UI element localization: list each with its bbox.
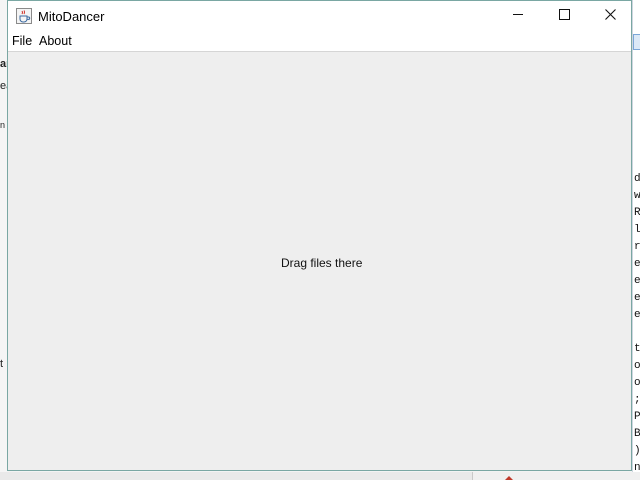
background-code-char: r — [634, 241, 640, 253]
background-code-char: e — [634, 275, 640, 287]
menu-file[interactable]: File — [12, 34, 32, 48]
background-code-char: ; — [634, 394, 640, 406]
maximize-button[interactable] — [541, 1, 587, 31]
background-code-char: o — [634, 377, 640, 389]
background-code-char: R — [634, 207, 640, 219]
close-icon — [604, 7, 616, 25]
background-tab — [633, 34, 640, 50]
background-bottom-strip — [0, 472, 640, 480]
background-code-char: ) — [634, 445, 640, 457]
background-code-char: e — [634, 258, 640, 270]
background-text-fragment: n — [0, 120, 6, 130]
drop-hint-label: Drag files there — [281, 256, 363, 270]
background-code-char: P — [634, 411, 640, 423]
menu-bar: File About — [8, 32, 631, 52]
title-bar[interactable]: MitoDancer — [8, 1, 631, 32]
background-panel — [472, 472, 640, 480]
file-drop-area[interactable]: Drag files there — [8, 52, 631, 470]
background-code-char: d — [634, 173, 640, 185]
background-marker-icon — [505, 476, 513, 480]
menu-about[interactable]: About — [39, 34, 72, 48]
java-cup-icon[interactable] — [16, 8, 32, 24]
background-code-char: o — [634, 360, 640, 372]
minimize-icon — [512, 7, 524, 25]
background-text-fragment: t — [0, 358, 4, 370]
background-code-char: e — [634, 292, 640, 304]
maximize-icon — [558, 7, 570, 25]
app-window: MitoDancer File About Drag files there — [7, 0, 632, 471]
background-code-char: w — [634, 190, 640, 202]
background-code-editor: d w Rl r e e e e t o o; P B) n — [632, 0, 640, 480]
background-code-char: l — [634, 224, 640, 236]
window-title: MitoDancer — [38, 9, 105, 24]
background-code-char: t — [634, 343, 640, 355]
background-code-char: e — [634, 309, 640, 321]
background-code-char: B — [634, 428, 640, 440]
close-button[interactable] — [587, 1, 633, 31]
minimize-button[interactable] — [495, 1, 541, 31]
